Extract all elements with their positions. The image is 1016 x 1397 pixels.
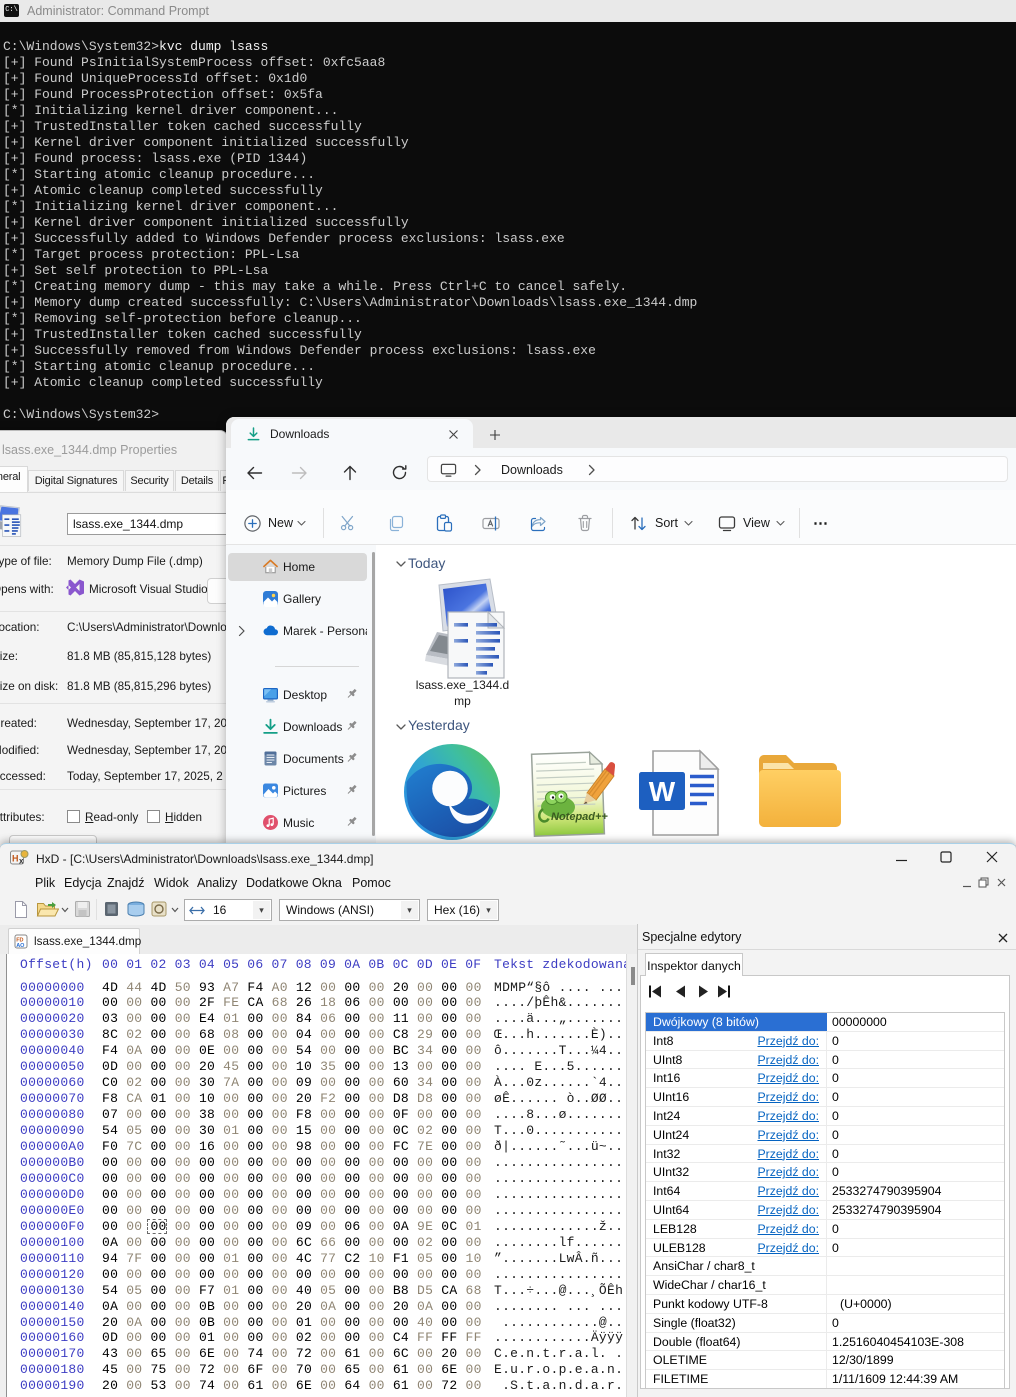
svg-text:x: x [19, 857, 24, 866]
svg-text:W: W [649, 776, 676, 807]
svg-text:AO: AO [16, 943, 25, 949]
svg-text:H: H [12, 854, 19, 864]
svg-text:Notepad++: Notepad++ [551, 811, 608, 823]
